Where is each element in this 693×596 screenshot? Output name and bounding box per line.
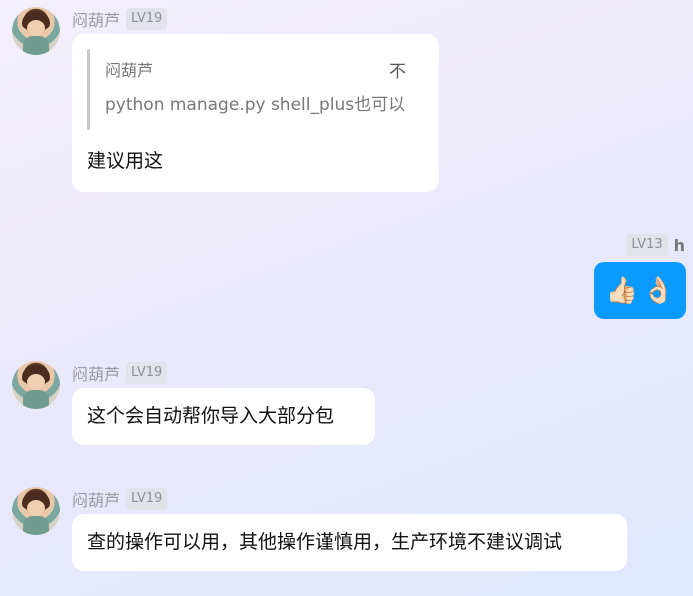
sender-name[interactable]: h: [674, 236, 685, 255]
user-avatar[interactable]: [12, 487, 60, 535]
quote-bar: [87, 49, 90, 130]
sender-row: 闷葫芦 LV19: [72, 7, 168, 31]
sender-name[interactable]: 闷葫芦: [72, 361, 120, 385]
quote-text[interactable]: python manage.py shell_plus也可以: [105, 90, 405, 115]
level-badge: LV19: [126, 362, 168, 384]
user-avatar[interactable]: [12, 361, 60, 409]
ok-hand-icon: 👌🏻: [642, 275, 675, 306]
message-text: 建议用这: [87, 150, 164, 172]
sender-row: 闷葫芦 LV19: [72, 487, 168, 511]
message-text: 这个会自动帮你导入大部分包: [87, 405, 335, 427]
level-badge: LV13: [626, 234, 668, 256]
sender-row: LV13 h: [626, 234, 685, 256]
thumbs-up-icon: 👍🏻: [605, 275, 638, 306]
level-badge: LV19: [126, 488, 168, 510]
level-badge: LV19: [126, 8, 168, 30]
sender-name[interactable]: 闷葫芦: [72, 487, 120, 511]
quote-author: 闷葫芦: [105, 61, 154, 80]
sender-row: 闷葫芦 LV19: [72, 361, 168, 385]
message-bubble[interactable]: 查的操作可以用，其他操作谨慎用，生产环境不建议调试: [72, 514, 627, 571]
sender-name[interactable]: 闷葫芦: [72, 7, 120, 31]
message-bubble[interactable]: 这个会自动帮你导入大部分包: [72, 388, 375, 445]
message-text: 查的操作可以用，其他操作谨慎用，生产环境不建议调试: [87, 531, 563, 553]
user-avatar[interactable]: [12, 7, 60, 55]
message-bubble[interactable]: 👍🏻 👌🏻: [594, 262, 686, 319]
quote-mark: 不: [389, 62, 406, 82]
